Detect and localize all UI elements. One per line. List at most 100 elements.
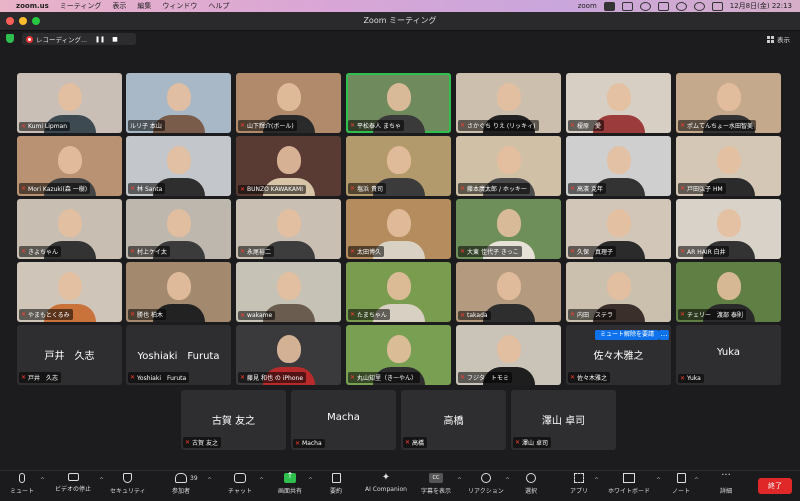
security-button[interactable]: セキュリティ [110,473,146,495]
participant-tile[interactable]: ✕ Mori Kazuki(森 一樹) [17,136,122,196]
participant-tile[interactable]: ✕ 林 Santa [126,136,231,196]
status-app-icon[interactable] [621,1,633,11]
participant-tile[interactable]: ✕ やまもとくるみ [17,262,122,322]
control-center-icon[interactable] [711,1,723,11]
participant-tile[interactable]: ルリ子 本山 [126,73,231,133]
participant-tile-video-off[interactable]: 澤山 卓司 ✕ 澤山 卓司 [511,390,616,450]
notes-button[interactable]: ノート [672,473,690,495]
apps-button[interactable]: アプリ [570,473,588,495]
apps-options-chevron-icon[interactable]: ^ [594,477,599,484]
participants-button[interactable]: 参加者 [172,473,190,495]
participant-tile[interactable]: ✕ 村上ケイ太 [126,199,231,259]
participant-tile[interactable]: ✕ 久保 真理子 [566,199,671,259]
share-options-chevron-icon[interactable]: ^ [308,477,313,484]
participant-tile[interactable]: ✕ さかぐち りえ (リッキィ) [456,73,561,133]
participant-tile[interactable]: ✕ takada [456,262,561,322]
mute-button[interactable]: ミュート [10,473,34,495]
menu-edit[interactable]: 編集 [137,1,151,11]
summary-button[interactable]: 要約 [330,473,342,495]
participant-tile[interactable]: ✕ 永尾裕二 [236,199,341,259]
participant-tile[interactable]: ✕ 内田 ステラ [566,262,671,322]
status-zoom-label[interactable]: zoom [578,2,597,10]
participant-display-name: 高橋 [443,416,464,427]
participant-tile[interactable]: ✕ 丸山知里（きーやん） [346,325,451,385]
participant-name: 村上ケイ太 [137,249,167,256]
select-button[interactable]: 選択 [525,473,537,495]
muted-mic-icon: ✕ [240,374,246,381]
video-options-chevron-icon[interactable]: ^ [99,477,104,484]
participant-tile[interactable]: ✕ チェリー 渡部 泰則 [676,262,781,322]
window-title: Zoom ミーティング [363,16,437,25]
participant-tile[interactable]: ✕ 勝也 柏木 [126,262,231,322]
participant-tile-video-off[interactable]: Yoshiaki Furuta ✕ Yoshiaki Furuta [126,325,231,385]
whiteboard-options-chevron-icon[interactable]: ^ [656,477,661,484]
reactions-button[interactable]: リアクション [468,473,504,495]
pause-recording-button[interactable]: ❚❚ [95,36,105,43]
participant-tile[interactable]: ✕ フジタ トモミ [456,325,561,385]
show-captions-label: 字幕を表示 [421,488,452,495]
participant-tile-video-off[interactable]: 古賀 友之 ✕ 古賀 友之 [181,390,286,450]
chat-button[interactable]: チャット [228,473,252,495]
participant-tile[interactable]: ✕ 塩浜 貴司 [346,136,451,196]
menu-clock[interactable]: 12月8日(金) 22:13 [730,1,792,11]
notes-options-chevron-icon[interactable]: ^ [694,477,699,484]
participant-tile[interactable]: ✕ 戸田弘子 HM [676,136,781,196]
participant-tile[interactable]: ✕ Kumi Lipman [17,73,122,133]
participant-tile[interactable]: ✕ AR HAIR 白井 [676,199,781,259]
status-app-icon[interactable] [603,1,615,11]
reactions-options-chevron-icon[interactable]: ^ [505,477,510,484]
battery-icon[interactable] [657,1,669,11]
view-button[interactable]: 表示 [767,34,790,44]
encryption-shield-icon[interactable] [6,34,14,43]
participant-tile-video-off[interactable]: 戸井 久志 ✕ 戸井 久志 [17,325,122,385]
status-app-icon[interactable] [639,1,651,11]
participant-tile[interactable]: ✕ 高濱 克年 [566,136,671,196]
audio-options-chevron-icon[interactable]: ^ [40,477,45,484]
muted-mic-icon: ✕ [460,185,466,192]
participant-tile-active-speaker[interactable]: ✕ 平松泰人 まちゃ [346,73,451,133]
participant-tile[interactable]: ✕ 榎原 愛 [566,73,671,133]
muted-mic-icon: ✕ [240,248,246,255]
participant-tile[interactable]: ✕ wakame [236,262,341,322]
menu-help[interactable]: ヘルプ [208,1,229,11]
chat-options-chevron-icon[interactable]: ^ [259,477,264,484]
participant-name: 古賀 友之 [192,440,218,447]
menu-app-name[interactable]: zoom.us [16,2,49,10]
muted-mic-icon: ✕ [350,248,356,255]
participant-tile-video-off[interactable]: 高橋 ✕ 高橋 [401,390,506,450]
participant-tile-video-off[interactable]: Yuka ✕ Yuka [676,325,781,385]
share-screen-icon [284,471,296,483]
muted-mic-icon: ✕ [240,312,246,319]
ask-to-unmute-button[interactable]: ミュート解除を要請 [595,330,660,340]
more-details-button[interactable]: ··· 詳細 [720,471,732,496]
participant-tile[interactable]: ✕ 藤本廣太郎 / ホッキー [456,136,561,196]
participant-tile-video-off[interactable]: Macha ✕ Macha [291,390,396,450]
menu-window[interactable]: ウィンドウ [162,1,197,11]
participant-name: 内田 ステラ [577,312,614,319]
stop-video-button[interactable]: ビデオの停止 [55,473,91,493]
menu-view[interactable]: 表示 [112,1,126,11]
participant-tile[interactable]: ✕ 太田博久 [346,199,451,259]
participant-name: Mori Kazuki(森 一樹) [28,186,88,193]
muted-mic-icon: ✕ [295,440,301,447]
participant-tile[interactable]: ✕ 山下輝介(ボール) [236,73,341,133]
participant-tile[interactable]: ✕ ポムてんちょー水田智美 [676,73,781,133]
participant-tile[interactable]: ✕ 大東 佳代子 きっこ [456,199,561,259]
participant-tile[interactable]: ✕ BUNZO KAWAKAMI [236,136,341,196]
end-meeting-button[interactable]: 終了 [758,478,792,494]
ai-companion-button[interactable]: ✦ AI Companion [365,473,407,494]
wifi-icon[interactable] [675,1,687,11]
more-options-button[interactable]: … [659,330,669,340]
show-captions-button[interactable]: CC 字幕を表示 [421,473,451,495]
menu-meeting[interactable]: ミーティング [60,1,102,11]
participant-tile[interactable]: ✕ 藤見 和也 の iPhone [236,325,341,385]
stop-recording-button[interactable]: ■ [112,36,118,43]
participants-options-chevron-icon[interactable]: ^ [207,477,212,484]
search-icon[interactable] [693,1,705,11]
share-screen-button[interactable]: 画面共有 [278,471,302,495]
participant-tile[interactable]: ✕ たまちゃん [346,262,451,322]
mute-label: ミュート [10,488,35,495]
whiteboard-button[interactable]: ホワイトボード [608,473,650,495]
captions-options-chevron-icon[interactable]: ^ [457,477,462,484]
participant-tile[interactable]: ✕ きよちゃん [17,199,122,259]
